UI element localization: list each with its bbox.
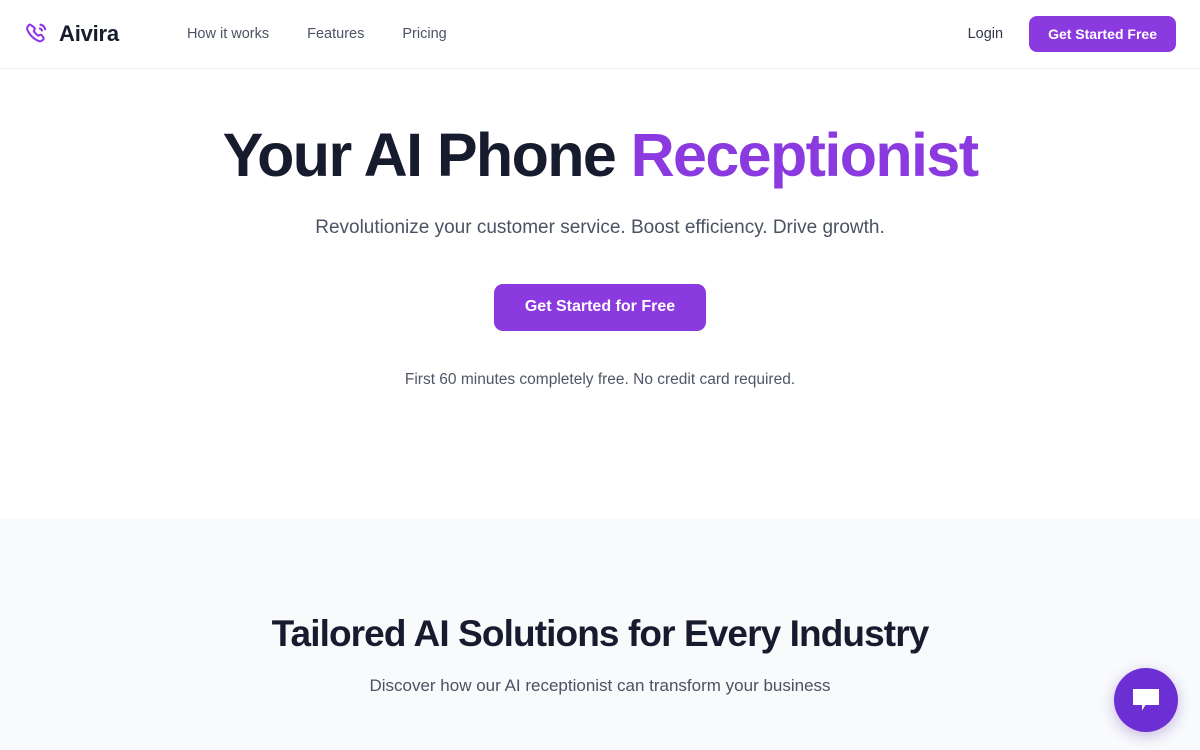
landing-page: Aivira How it works Features Pricing Log… xyxy=(0,0,1200,750)
phone-call-icon xyxy=(24,21,50,47)
industries-section: Tailored AI Solutions for Every Industry… xyxy=(0,519,1200,750)
hero-free-trial-note: First 60 minutes completely free. No cre… xyxy=(404,370,796,388)
header-actions: Login Get Started Free xyxy=(968,16,1176,52)
hero-section: Your AI Phone Receptionist Revolutionize… xyxy=(0,69,1200,519)
chat-widget-button[interactable] xyxy=(1114,668,1178,732)
hero-get-started-button[interactable]: Get Started for Free xyxy=(493,283,707,331)
brand-name: Aivira xyxy=(59,21,119,46)
brand-logo[interactable]: Aivira xyxy=(24,21,119,47)
site-header: Aivira How it works Features Pricing Log… xyxy=(0,0,1200,69)
nav-item-how-it-works[interactable]: How it works xyxy=(187,27,269,42)
chat-bubble-icon xyxy=(1131,687,1161,713)
hero-title-accent: Receptionist xyxy=(630,121,979,189)
hero-title-lead: Your AI Phone xyxy=(222,121,631,189)
hero-subtitle: Revolutionize your customer service. Boo… xyxy=(315,217,885,239)
hero-cta-wrapper: Get Started for Free xyxy=(0,283,1200,331)
industries-title: Tailored AI Solutions for Every Industry xyxy=(271,613,930,654)
login-link[interactable]: Login xyxy=(968,27,1003,42)
hero-title: Your AI Phone Receptionist xyxy=(0,121,1200,189)
industries-subtitle: Discover how our AI receptionist can tra… xyxy=(369,675,831,695)
nav-item-pricing[interactable]: Pricing xyxy=(402,27,446,42)
nav-item-features[interactable]: Features xyxy=(307,27,364,42)
header-get-started-button[interactable]: Get Started Free xyxy=(1029,16,1176,52)
primary-navigation: How it works Features Pricing xyxy=(187,27,447,42)
